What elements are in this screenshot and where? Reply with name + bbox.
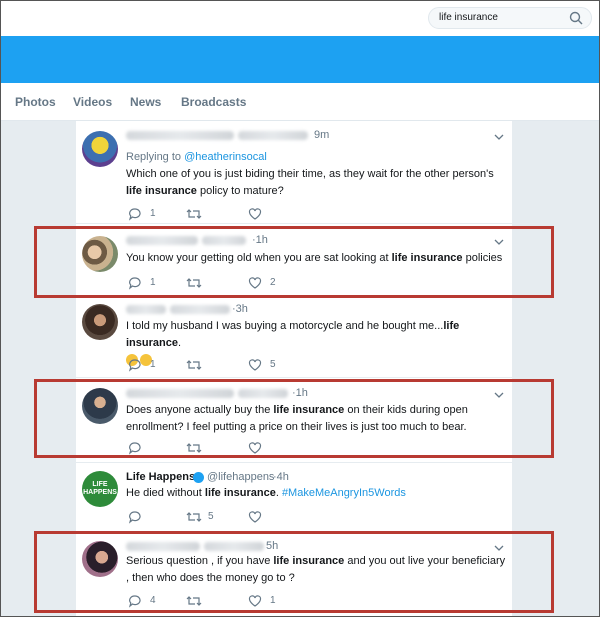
- tweet-actions: 5: [126, 510, 426, 524]
- retweet-icon: [186, 209, 202, 219]
- heart-icon: [248, 359, 262, 371]
- chevron-down-icon[interactable]: [494, 133, 504, 141]
- search-icon[interactable]: [569, 11, 583, 25]
- tweet-time[interactable]: 5h: [266, 540, 278, 552]
- tweet-time[interactable]: ·1h: [252, 234, 268, 246]
- chevron-down-icon[interactable]: [494, 544, 504, 552]
- tweet-text: Which one of you is just biding their ti…: [126, 168, 494, 197]
- tweet-time[interactable]: ·3h: [232, 303, 248, 315]
- tweet[interactable]: ·1h Does anyone actually buy the life in…: [76, 378, 512, 463]
- reply-icon: [128, 277, 141, 290]
- display-name[interactable]: Life Happens: [126, 471, 195, 483]
- reply-handle-link[interactable]: @heatherinsocal: [184, 151, 267, 163]
- heart-icon: [248, 208, 262, 220]
- reply-icon: [128, 359, 141, 372]
- reply-icon: [128, 511, 141, 524]
- top-bar: life insurance: [0, 0, 600, 36]
- avatar[interactable]: [82, 388, 118, 424]
- heart-icon: [248, 277, 262, 289]
- tweet[interactable]: 9m Replying to @heatherinsocal Which one…: [76, 121, 512, 224]
- heart-icon: [248, 595, 262, 607]
- avatar[interactable]: [82, 131, 118, 167]
- tweet-actions: [126, 441, 426, 455]
- heart-icon: [248, 511, 262, 523]
- search-input[interactable]: life insurance: [439, 12, 498, 23]
- reply-icon: [128, 595, 141, 608]
- handle[interactable]: @lifehappens: [207, 471, 274, 483]
- retweet-icon: [186, 512, 202, 522]
- life-happens-logo[interactable]: LIFE HAPPENS: [82, 471, 118, 507]
- tweet-time[interactable]: 9m: [314, 129, 329, 141]
- tweet[interactable]: ·1h You know your getting old when you a…: [76, 224, 512, 296]
- retweet-icon: [186, 360, 202, 370]
- reply-icon: [128, 442, 141, 455]
- tweet-actions: 1 5: [126, 358, 426, 372]
- hashtag-link[interactable]: #MakeMeAngryIn5Words: [282, 487, 406, 499]
- replying-to: Replying to @heatherinsocal: [126, 151, 267, 163]
- tweet-actions: 1: [126, 207, 426, 221]
- tweet-time[interactable]: ·1h: [292, 387, 308, 399]
- chevron-down-icon[interactable]: [494, 391, 504, 399]
- retweet-icon: [186, 443, 202, 453]
- retweet-icon: [186, 278, 202, 288]
- tab-broadcasts[interactable]: Broadcasts: [181, 95, 246, 109]
- tweet[interactable]: 5h Serious question , if you have life i…: [76, 533, 512, 617]
- tweet-text: Does anyone actually buy the life insura…: [126, 404, 468, 433]
- tweet[interactable]: ·3h I told my husband I was buying a mot…: [76, 296, 512, 378]
- avatar[interactable]: [82, 236, 118, 272]
- tweet-text: You know your getting old when you are s…: [126, 252, 503, 264]
- tab-news[interactable]: News: [130, 95, 161, 109]
- avatar[interactable]: [82, 541, 118, 577]
- tweet-text: He died without life insurance. #MakeMeA…: [126, 487, 406, 499]
- retweet-icon: [186, 596, 202, 606]
- tweet-actions: 4 1: [126, 594, 426, 608]
- header-banner: [0, 36, 600, 83]
- chevron-down-icon[interactable]: [494, 238, 504, 246]
- reply-icon: [128, 208, 141, 221]
- tweet-text: Serious question , if you have life insu…: [126, 555, 506, 584]
- tweet-actions: 1 2: [126, 276, 426, 290]
- tweet-time[interactable]: ·4h: [273, 471, 289, 483]
- avatar[interactable]: [82, 304, 118, 340]
- verified-icon: [193, 472, 204, 483]
- tweet[interactable]: LIFE HAPPENS Life Happens @lifehappens ·…: [76, 463, 512, 533]
- tab-videos[interactable]: Videos: [73, 95, 112, 109]
- search-tabs: Photos Videos News Broadcasts: [0, 83, 600, 121]
- tab-photos[interactable]: Photos: [15, 95, 56, 109]
- heart-icon: [248, 442, 262, 454]
- search-box[interactable]: life insurance: [428, 7, 592, 29]
